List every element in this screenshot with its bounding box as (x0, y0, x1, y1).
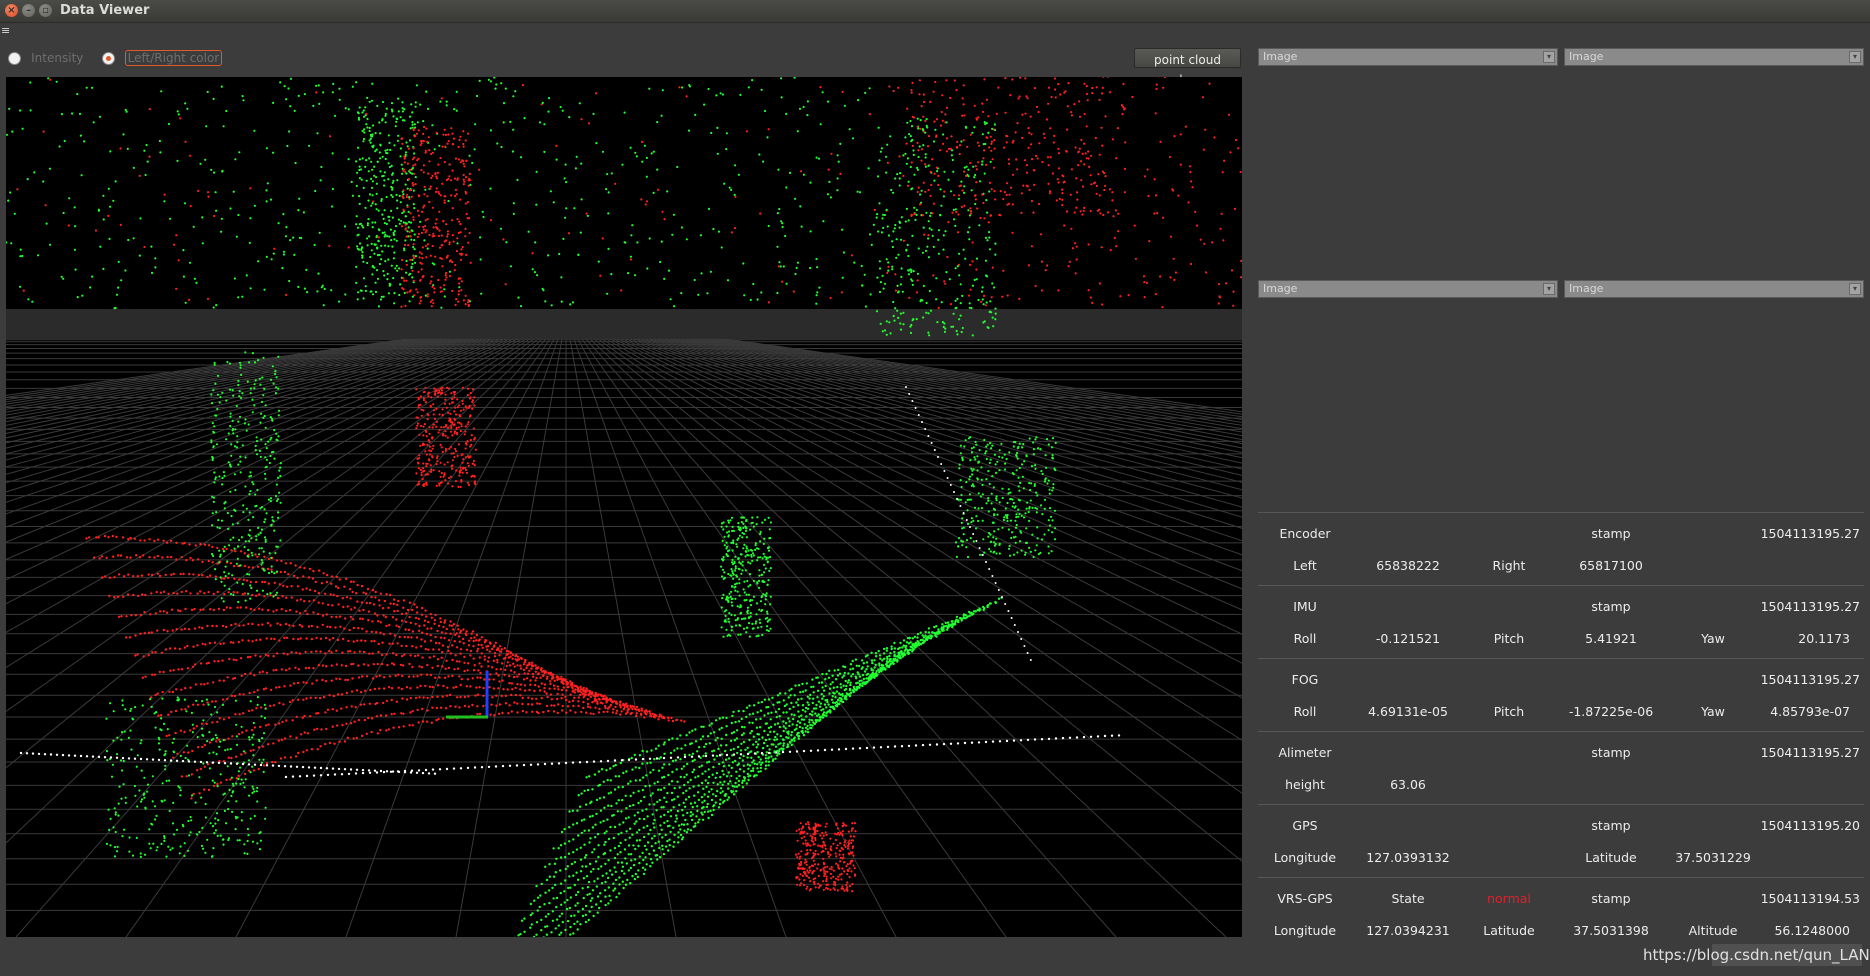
fog-pitch-value: -1.87225e-06 (1568, 704, 1654, 719)
vrs-gps-state-label: State (1391, 891, 1425, 906)
close-icon[interactable]: × (5, 4, 18, 17)
window-title: Data Viewer (60, 3, 150, 18)
chevron-down-icon[interactable]: ▾ (1849, 51, 1861, 63)
altimeter-height-label: height (1285, 777, 1325, 792)
altimeter-stamp-label: stamp (1591, 745, 1631, 760)
fog-roll-value: 4.69131e-05 (1368, 704, 1448, 719)
encoder-stamp: 1504113195.27 (1760, 526, 1860, 541)
vrs-gps-stamp: 1504113194.53 (1760, 891, 1860, 906)
fog-roll-label: Roll (1293, 704, 1317, 719)
menu-icon[interactable]: ≡ (1, 24, 10, 37)
vrs-gps-name: VRS-GPS (1277, 891, 1333, 906)
radio-left-right-color[interactable] (101, 51, 115, 65)
encoder-right-value: 65817100 (1579, 558, 1643, 573)
fog-block: FOG 1504113195.27 Roll 4.69131e-05 Pitch… (1258, 658, 1864, 731)
imu-yaw-value: 20.1173 (1798, 631, 1850, 646)
minimize-icon[interactable]: – (22, 4, 35, 17)
imu-name: IMU (1293, 599, 1317, 614)
altimeter-name: Alimeter (1278, 745, 1332, 760)
vrs-gps-latitude-value: 37.5031398 (1573, 923, 1649, 938)
watermark-text: https://blog.csdn.net/qun_LAN (1643, 946, 1870, 964)
encoder-left-value: 65838222 (1376, 558, 1440, 573)
gps-stamp-label: stamp (1591, 818, 1631, 833)
vrs-gps-longitude-label: Longitude (1273, 923, 1337, 938)
gps-name: GPS (1292, 818, 1318, 833)
image-select-2[interactable]: Image ▾ (1564, 48, 1864, 66)
vrs-gps-stamp-label: stamp (1591, 891, 1631, 906)
image-select-4-label: Image (1569, 282, 1604, 295)
imu-stamp-label: stamp (1591, 599, 1631, 614)
encoder-left-label: Left (1293, 558, 1317, 573)
vrs-gps-block: VRS-GPS State normal stamp 1504113194.53… (1258, 877, 1864, 950)
imu-stamp: 1504113195.27 (1760, 599, 1860, 614)
radio-intensity-label[interactable]: Intensity (31, 51, 83, 65)
vrs-gps-longitude-value: 127.0394231 (1366, 923, 1450, 938)
gps-latitude-value: 37.5031229 (1675, 850, 1751, 865)
sensor-table: Encoder stamp 1504113195.27 Left 6583822… (1258, 512, 1864, 950)
gps-stamp: 1504113195.20 (1760, 818, 1860, 833)
chevron-down-icon[interactable]: ▾ (1543, 51, 1555, 63)
image-select-1[interactable]: Image ▾ (1258, 48, 1558, 66)
vrs-gps-altitude-value: 56.1248000 (1774, 923, 1850, 938)
encoder-right-label: Right (1492, 558, 1526, 573)
radio-intensity[interactable] (8, 51, 21, 65)
image-select-3-label: Image (1263, 282, 1298, 295)
radio-left-right-color-label[interactable]: Left/Right color (124, 50, 223, 66)
fog-yaw-label: Yaw (1701, 704, 1725, 719)
encoder-name: Encoder (1279, 526, 1331, 541)
point-cloud-clear-button[interactable]: point cloud clear (1134, 48, 1241, 87)
altimeter-stamp: 1504113195.27 (1760, 745, 1860, 760)
encoder-block: Encoder stamp 1504113195.27 Left 6583822… (1258, 512, 1864, 585)
image-select-1-label: Image (1263, 50, 1298, 63)
title-bar: × – ▫ Data Viewer (0, 0, 1870, 23)
altimeter-block: Alimeter stamp 1504113195.27 height 63.0… (1258, 731, 1864, 804)
fog-yaw-value: 4.85793e-07 (1770, 704, 1850, 719)
maximize-icon[interactable]: ▫ (39, 4, 52, 17)
gps-longitude-value: 127.0393132 (1366, 850, 1450, 865)
gps-latitude-label: Latitude (1585, 850, 1637, 865)
vrs-gps-latitude-label: Latitude (1483, 923, 1535, 938)
imu-roll-value: -0.121521 (1375, 631, 1441, 646)
imu-roll-label: Roll (1293, 631, 1317, 646)
gps-longitude-label: Longitude (1273, 850, 1337, 865)
fog-pitch-label: Pitch (1493, 704, 1525, 719)
vrs-gps-altitude-label: Altitude (1688, 923, 1738, 938)
imu-pitch-label: Pitch (1493, 631, 1525, 646)
altimeter-height-value: 63.06 (1390, 777, 1426, 792)
color-mode-radio-group: Intensity Left/Right color (8, 50, 223, 68)
fog-name: FOG (1291, 672, 1319, 687)
fog-stamp: 1504113195.27 (1760, 672, 1860, 687)
encoder-stamp-label: stamp (1591, 526, 1631, 541)
imu-pitch-value: 5.41921 (1585, 631, 1637, 646)
point-cloud-canvas[interactable] (6, 77, 1242, 937)
image-select-4[interactable]: Image ▾ (1564, 280, 1864, 298)
imu-block: IMU stamp 1504113195.27 Roll -0.121521 P… (1258, 585, 1864, 658)
gps-block: GPS stamp 1504113195.20 Longitude 127.03… (1258, 804, 1864, 877)
chevron-down-icon[interactable]: ▾ (1543, 283, 1555, 295)
chevron-down-icon[interactable]: ▾ (1849, 283, 1861, 295)
image-select-2-label: Image (1569, 50, 1604, 63)
imu-yaw-label: Yaw (1701, 631, 1725, 646)
point-cloud-viewer[interactable] (6, 77, 1242, 937)
vrs-gps-state-value: normal (1487, 891, 1531, 906)
image-select-3[interactable]: Image ▾ (1258, 280, 1558, 298)
